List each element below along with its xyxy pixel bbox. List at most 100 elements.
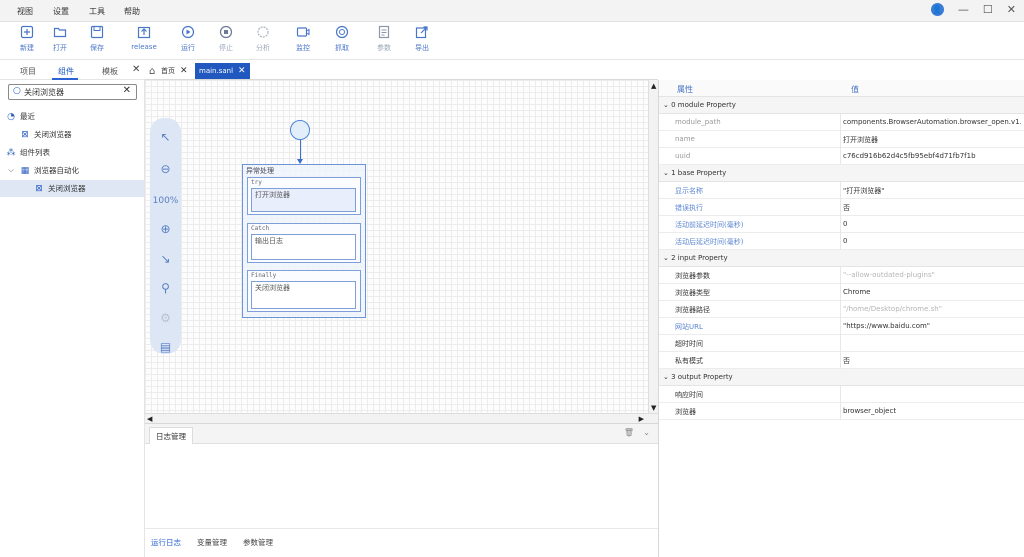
- save-button[interactable]: 保存: [79, 25, 115, 53]
- tab-main-sanl[interactable]: main.sanl ✕: [195, 63, 250, 79]
- property-row[interactable]: 私有模式 否: [659, 352, 1024, 369]
- property-value[interactable]: 0: [843, 237, 1021, 245]
- property-value[interactable]: 否: [843, 356, 1021, 366]
- scroll-down-arrow[interactable]: ▼: [651, 404, 656, 412]
- tree-recent-item[interactable]: ⊠ 关闭浏览器: [0, 126, 144, 143]
- tab-parameters[interactable]: 参数管理: [243, 537, 273, 548]
- release-button[interactable]: release: [126, 25, 162, 51]
- property-row[interactable]: 活动前延迟时间(毫秒) 0: [659, 216, 1024, 233]
- property-row[interactable]: 显示名称 "打开浏览器": [659, 182, 1024, 199]
- monitor-button[interactable]: 监控: [285, 25, 321, 53]
- property-row[interactable]: 浏览器路径 "/home/Desktop/chrome.sh": [659, 301, 1024, 318]
- try-label: try: [251, 179, 262, 186]
- tab-log-management[interactable]: 日志管理: [149, 427, 193, 444]
- collapse-icon[interactable]: ⌄: [643, 428, 650, 437]
- new-button[interactable]: 新建: [9, 25, 45, 53]
- property-key: 活动前延迟时间(毫秒): [675, 221, 744, 229]
- property-value[interactable]: "/home/Desktop/chrome.sh": [843, 305, 1021, 313]
- start-node[interactable]: [290, 120, 310, 140]
- search-input[interactable]: [24, 87, 119, 98]
- property-group[interactable]: ⌄ 3 output Property: [659, 369, 1024, 386]
- close-browser-node[interactable]: 关闭浏览器: [251, 281, 356, 309]
- user-account-icon[interactable]: 👤: [930, 3, 944, 16]
- property-row[interactable]: 浏览器类型 Chrome: [659, 284, 1024, 301]
- open-browser-node[interactable]: 打开浏览器: [251, 188, 356, 212]
- finally-block[interactable]: Finally 关闭浏览器: [247, 270, 361, 312]
- property-value[interactable]: 0: [843, 220, 1021, 228]
- tree-item-close-browser[interactable]: ⊠ 关闭浏览器: [0, 180, 144, 197]
- scroll-up-arrow[interactable]: ▲: [651, 82, 656, 90]
- clear-search-button[interactable]: ✕: [123, 85, 131, 96]
- close-tab-icon[interactable]: ✕: [180, 66, 188, 76]
- property-value[interactable]: Chrome: [843, 288, 1021, 296]
- analyze-button[interactable]: 分析: [245, 25, 281, 53]
- tab-project[interactable]: 项目: [20, 66, 36, 77]
- find-icon[interactable]: ⚲: [150, 281, 181, 295]
- maximize-button[interactable]: ☐: [983, 3, 993, 16]
- property-value[interactable]: components.BrowserAutomation.browser_ope…: [843, 118, 1021, 126]
- tree-category-browser[interactable]: ⌵ ▦ 浏览器自动化: [0, 162, 144, 179]
- settings-icon[interactable]: ⚙: [150, 311, 181, 325]
- property-value[interactable]: "打开浏览器": [843, 186, 1021, 196]
- export-button[interactable]: 导出: [404, 25, 440, 53]
- catch-block[interactable]: Catch 输出日志: [247, 223, 361, 263]
- pointer-icon[interactable]: ↖: [150, 130, 181, 144]
- menu-tools[interactable]: 工具: [89, 6, 105, 17]
- connect-icon[interactable]: ↘: [150, 252, 181, 266]
- property-row[interactable]: name 打开浏览器: [659, 131, 1024, 148]
- horizontal-scrollbar[interactable]: ◀ ▶: [145, 413, 658, 423]
- close-panel-button[interactable]: ✕: [132, 64, 140, 75]
- property-value[interactable]: "--allow-outdated-plugins": [843, 271, 1021, 279]
- property-value[interactable]: 打开浏览器: [843, 135, 1021, 145]
- menu-help[interactable]: 帮助: [124, 6, 140, 17]
- property-value[interactable]: "https://www.baidu.com": [843, 322, 1021, 330]
- property-row[interactable]: 错误执行 否: [659, 199, 1024, 216]
- property-value[interactable]: 否: [843, 203, 1021, 213]
- run-button[interactable]: 运行: [170, 25, 206, 53]
- column-divider: [840, 301, 841, 318]
- close-tab-icon[interactable]: ✕: [238, 66, 246, 76]
- tree-recent-item-label: 关闭浏览器: [34, 130, 72, 139]
- property-value[interactable]: c76cd916b62d4c5fb95ebf4d71fb7f1b: [843, 152, 1021, 160]
- stop-button[interactable]: 停止: [208, 25, 244, 53]
- property-row[interactable]: 网站URL "https://www.baidu.com": [659, 318, 1024, 335]
- tab-variables[interactable]: 变量管理: [197, 537, 227, 548]
- property-group[interactable]: ⌄ 0 module Property: [659, 97, 1024, 114]
- property-row[interactable]: 响应时间: [659, 386, 1024, 403]
- trash-icon[interactable]: 🗑: [624, 428, 634, 437]
- tab-run-log[interactable]: 运行日志: [151, 537, 181, 548]
- property-key: 活动后延迟时间(毫秒): [675, 238, 744, 246]
- property-row[interactable]: module_path components.BrowserAutomation.…: [659, 114, 1024, 131]
- scroll-left-arrow[interactable]: ◀: [147, 415, 152, 423]
- tab-components[interactable]: 组件: [58, 66, 74, 77]
- property-row[interactable]: 超时时间: [659, 335, 1024, 352]
- open-button[interactable]: 打开: [42, 25, 78, 53]
- log-output-node[interactable]: 输出日志: [251, 234, 356, 260]
- property-row[interactable]: 浏览器参数 "--allow-outdated-plugins": [659, 267, 1024, 284]
- property-group[interactable]: ⌄ 1 base Property: [659, 165, 1024, 182]
- tree-recent[interactable]: ◔ 最近: [0, 108, 144, 125]
- exception-block[interactable]: 异常处理 try 打开浏览器 Catch 输出日志 Finally 关闭浏览器: [242, 164, 366, 318]
- tree-component-list[interactable]: ⁂ 组件列表: [0, 144, 144, 161]
- flow-canvas[interactable]: ↖ ⊖ 100% ⊕ ↘ ⚲ ⚙ ▤ 异常处理 try 打开浏览器 Catch …: [145, 80, 658, 424]
- params-button[interactable]: 参数: [366, 25, 402, 53]
- capture-icon: [335, 25, 349, 39]
- zoom-out-icon[interactable]: ⊖: [150, 162, 181, 176]
- tab-templates[interactable]: 模板: [102, 66, 118, 77]
- menu-settings[interactable]: 设置: [53, 6, 69, 17]
- zoom-in-icon[interactable]: ⊕: [150, 222, 181, 236]
- tab-home[interactable]: 首页 ✕: [157, 63, 192, 79]
- menu-view[interactable]: 视图: [17, 6, 33, 17]
- close-window-button[interactable]: ✕: [1007, 3, 1016, 16]
- property-value[interactable]: browser_object: [843, 407, 1021, 415]
- try-block[interactable]: try 打开浏览器: [247, 177, 361, 215]
- scroll-right-arrow[interactable]: ▶: [639, 415, 644, 423]
- minimize-button[interactable]: —: [958, 3, 969, 16]
- property-row[interactable]: 浏览器 browser_object: [659, 403, 1024, 420]
- property-row[interactable]: 活动后延迟时间(毫秒) 0: [659, 233, 1024, 250]
- vertical-scrollbar[interactable]: ▲ ▼: [648, 80, 658, 423]
- document-icon[interactable]: ▤: [150, 340, 181, 354]
- capture-button[interactable]: 抓取: [324, 25, 360, 53]
- property-group[interactable]: ⌄ 2 input Property: [659, 250, 1024, 267]
- property-row[interactable]: uuid c76cd916b62d4c5fb95ebf4d71fb7f1b: [659, 148, 1024, 165]
